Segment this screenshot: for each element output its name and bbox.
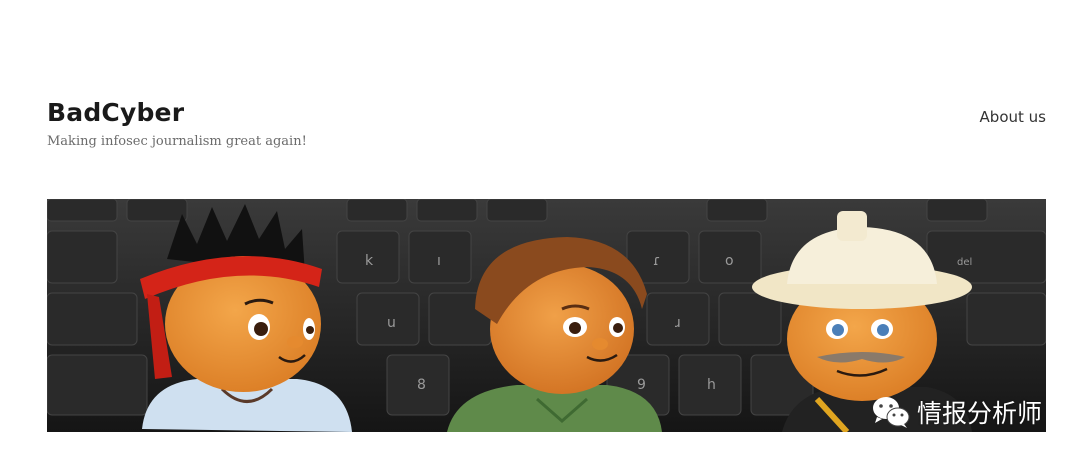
site-header: BadCyber Making infosec journalism great… <box>0 0 1080 466</box>
svg-text:del: del <box>957 257 972 268</box>
site-title[interactable]: BadCyber <box>47 98 184 127</box>
wechat-watermark: 情报分析师 <box>871 394 1042 430</box>
watermark-text: 情报分析师 <box>916 399 1042 428</box>
svg-text:9: 9 <box>637 377 646 393</box>
svg-text:8: 8 <box>417 377 426 393</box>
svg-text:u: u <box>387 315 396 331</box>
svg-text:o: o <box>725 253 734 269</box>
svg-text:h: h <box>707 377 716 393</box>
main-nav: About us <box>980 108 1046 127</box>
svg-text:ɾ: ɾ <box>653 253 660 269</box>
svg-text:k: k <box>365 253 374 269</box>
nav-item-about-us[interactable]: About us <box>980 108 1046 126</box>
svg-text:ı: ı <box>437 253 441 269</box>
wechat-logo-icon <box>872 397 910 428</box>
header-banner-image: k ı ɾ o del u ɹ 8 9 h 情报分析师 <box>47 199 1046 432</box>
svg-text:ɹ: ɹ <box>675 315 681 331</box>
site-tagline: Making infosec journalism great again! <box>47 134 307 149</box>
